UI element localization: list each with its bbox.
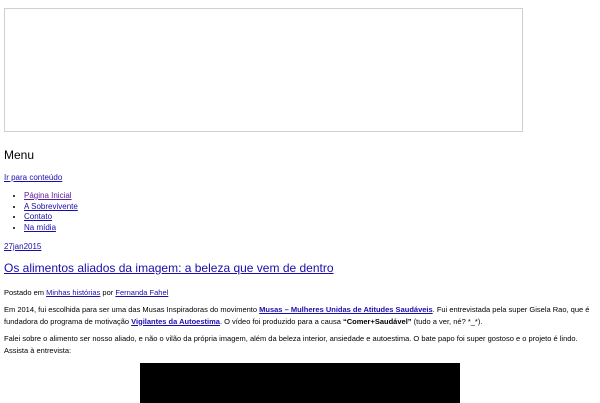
main-nav-list: Página Inicial A Sobrevivente Contato Na… (12, 191, 78, 233)
post-title: Os alimentos aliados da imagem: a beleza… (4, 261, 334, 275)
post-date-link[interactable]: 27jan2015 (4, 242, 41, 251)
category-link[interactable]: Minhas histórias (46, 288, 100, 297)
paragraph-text: . O vídeo foi produzido para a causa (219, 316, 343, 326)
post-paragraph-2: Falei sobre o alimento ser nosso aliado,… (4, 334, 578, 355)
embedded-video-player[interactable] (140, 363, 460, 403)
skip-to-content-link[interactable]: Ir para conteúdo (4, 173, 62, 182)
nav-item-home: Página Inicial (24, 191, 78, 202)
post-meta-by: por (102, 288, 114, 297)
musas-movement-link[interactable]: Musas – Mulheres Unidas de Atitudes Saud… (259, 305, 433, 314)
nav-item-contact: Contato (24, 212, 78, 223)
post-meta-posted-in: Postado em (4, 288, 45, 297)
nav-link-media[interactable]: Na mídia (24, 223, 56, 232)
nav-item-survivor: A Sobrevivente (24, 202, 78, 213)
nav-link-home[interactable]: Página Inicial (24, 191, 72, 200)
post-paragraph-1: Em 2014, fui escolhida para ser uma das … (4, 304, 592, 327)
nav-item-media: Na mídia (24, 223, 78, 234)
menu-heading: Menu (4, 148, 35, 162)
cause-name: “Comer+Saudável” (342, 316, 412, 326)
post-title-link[interactable]: Os alimentos aliados da imagem: a beleza… (4, 261, 334, 275)
author-link[interactable]: Fernanda Fahel (115, 288, 168, 297)
nav-link-contact[interactable]: Contato (24, 212, 52, 221)
vigilantes-autoestima-link[interactable]: Vigilantes da Autoestima (131, 317, 220, 326)
paragraph-text: (tudo a ver, né? *_*). (411, 316, 483, 326)
nav-link-survivor[interactable]: A Sobrevivente (24, 202, 78, 211)
header-banner-image (4, 8, 523, 132)
paragraph-text: Em 2014, fui escolhida para ser uma das … (4, 305, 260, 314)
post-meta: Postado em Minhas histórias por Fernanda… (4, 288, 168, 297)
